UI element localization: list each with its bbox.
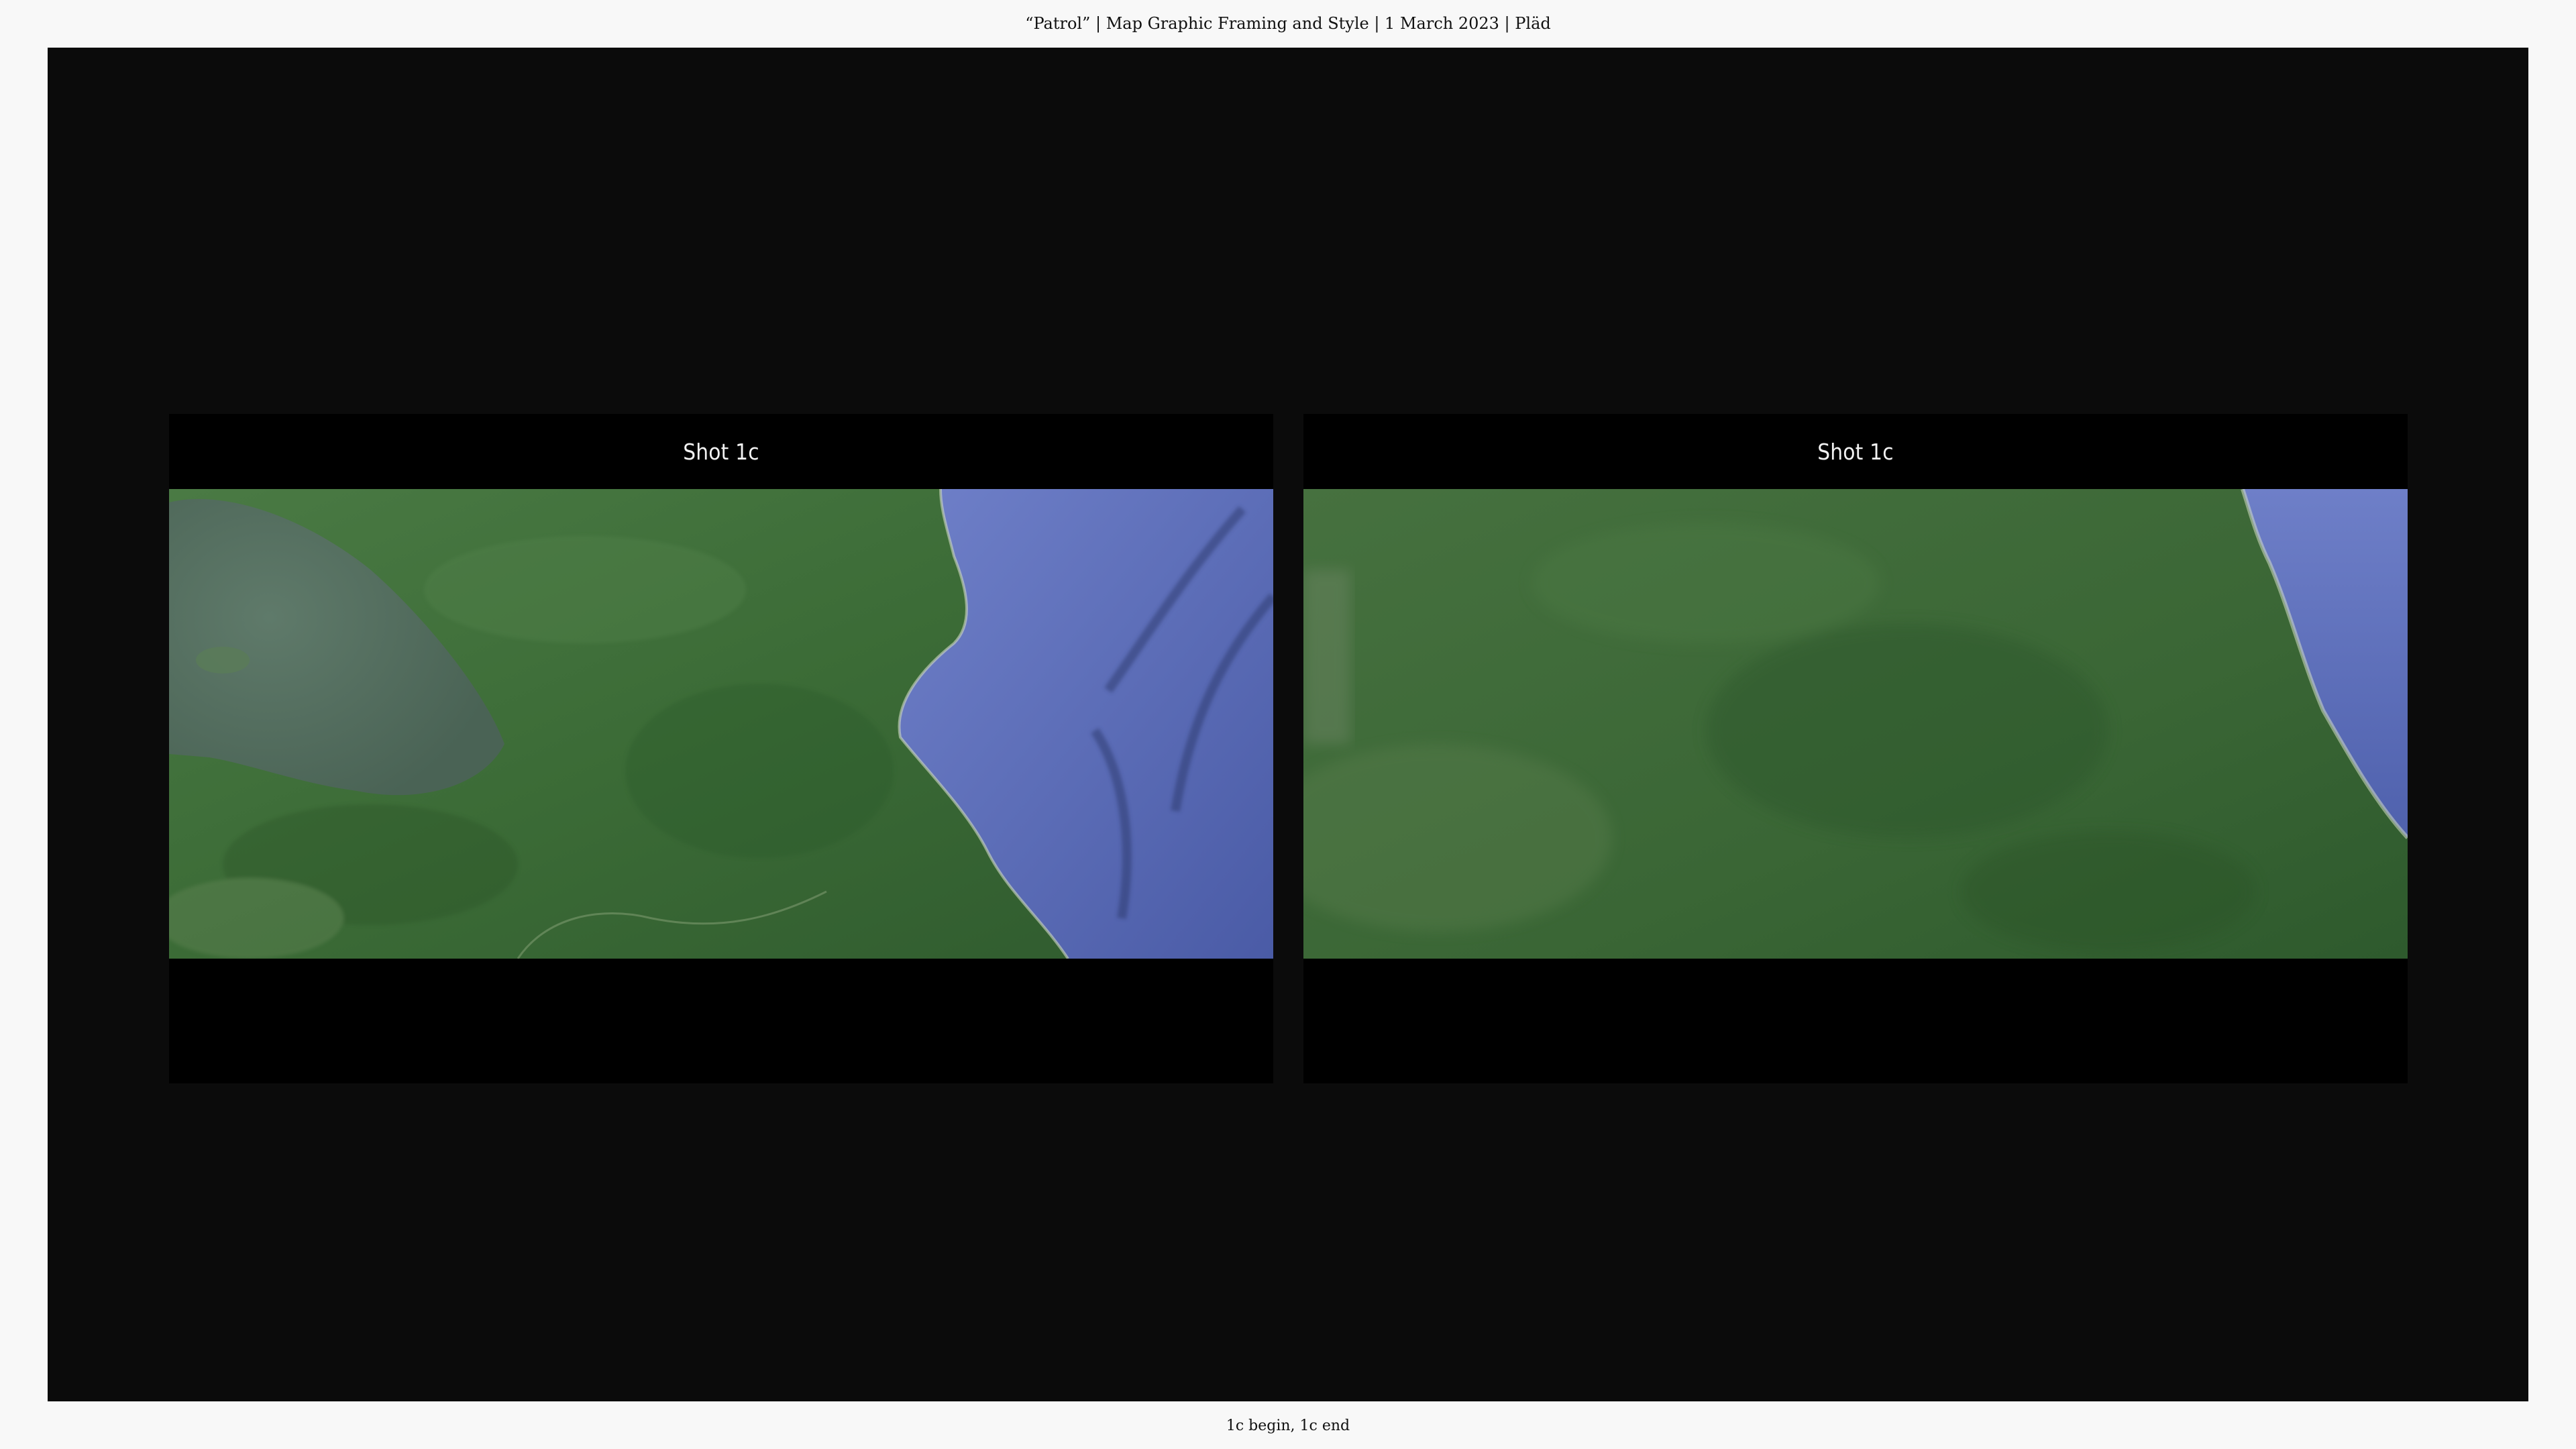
page-title: “Patrol” | Map Graphic Framing and Style… (1025, 14, 1551, 33)
shot-panel-begin: Shot 1c (169, 414, 1273, 1083)
presentation-stage: Shot 1c Shot 1c (48, 48, 2528, 1401)
shot-panel-title: Shot 1c (683, 438, 759, 465)
satellite-map-image-end (1303, 489, 2408, 959)
satellite-map-image-begin (169, 489, 1273, 959)
satellite-map-art (169, 489, 1273, 959)
page-caption: 1c begin, 1c end (1226, 1417, 1350, 1434)
shot-panel-title: Shot 1c (1817, 438, 1894, 465)
shot-panel-end: Shot 1c (1303, 414, 2408, 1083)
satellite-map-art (1303, 489, 2408, 959)
